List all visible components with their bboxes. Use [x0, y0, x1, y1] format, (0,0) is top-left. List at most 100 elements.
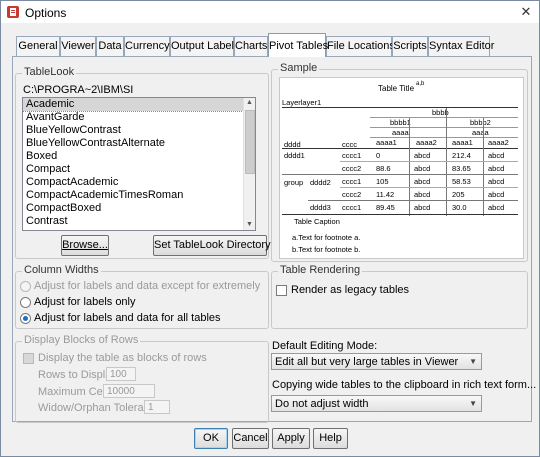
tab-output-labels[interactable]: Output Labels — [170, 36, 240, 56]
rule — [282, 214, 518, 215]
apply-button[interactable]: Apply — [272, 428, 310, 449]
sample-cell: abcd — [488, 203, 505, 212]
sample-bbbb1: bbbb1 — [390, 118, 411, 127]
list-item[interactable]: CompactAcademic — [23, 176, 255, 189]
sample-table-title: Table Title — [378, 84, 415, 93]
sample-dddd3: dddd3 — [310, 203, 331, 212]
ok-button[interactable]: OK — [194, 428, 228, 449]
default-editing-mode-label: Default Editing Mode: — [272, 340, 378, 352]
tab-charts[interactable]: Charts — [234, 36, 268, 56]
tab-pivot-tables[interactable]: Pivot Tables — [268, 33, 328, 57]
editing-mode-value: Edit all but very large tables in Viewer — [275, 356, 459, 368]
editing-mode-select[interactable]: Edit all but very large tables in Viewer… — [271, 353, 482, 370]
sample-cell: abcd — [488, 190, 505, 199]
list-item[interactable]: BlueYellowContrast — [23, 124, 255, 137]
scroll-thumb[interactable] — [245, 110, 255, 174]
sample-cell: 212.4 — [452, 151, 471, 160]
app-icon — [7, 6, 19, 18]
scroll-down-icon[interactable]: ▼ — [245, 220, 254, 230]
sample-aaaa2: aaaa2 — [416, 138, 437, 147]
table-rendering-title: Table Rendering — [278, 264, 363, 276]
list-item[interactable]: CompactAcademicTimesRoman — [23, 189, 255, 202]
list-item[interactable]: Academic — [23, 98, 255, 112]
rows-to-display-input[interactable]: 100 — [106, 367, 136, 381]
sample-cccc2: cccc2 — [342, 164, 362, 173]
copy-wide-tables-select[interactable]: Do not adjust width ▼ — [271, 395, 482, 412]
sample-cell: abcd — [414, 151, 431, 160]
list-item[interactable]: Compact — [23, 163, 255, 176]
sample-cell: 205 — [452, 190, 465, 199]
sample-cell: abcd — [488, 164, 505, 173]
sample-cell: abcd — [488, 151, 505, 160]
tab-file-locations[interactable]: File Locations — [326, 36, 395, 56]
tablelook-list[interactable]: Academic AvantGarde BlueYellowContrast B… — [22, 97, 256, 231]
cancel-button[interactable]: Cancel — [232, 428, 269, 449]
sample-cell: abcd — [414, 190, 431, 199]
display-blocks-checkbox[interactable] — [23, 353, 34, 364]
title-bar: Options ✕ — [1, 1, 539, 23]
sample-cell: 0 — [376, 151, 381, 160]
sample-cell: 88.6 — [376, 164, 391, 173]
sample-footnote-a: a.Text for footnote a. — [292, 233, 361, 242]
sample-layer: Layerlayer1 — [282, 98, 322, 107]
sample-aaaa: aaaa — [472, 128, 489, 137]
rule — [282, 174, 518, 175]
sample-cell: abcd — [414, 164, 431, 173]
sample-aaaa1: aaaa1 — [376, 138, 397, 147]
sample-cell: abcd — [414, 177, 431, 186]
sample-dddd2: dddd2 — [310, 178, 331, 187]
display-blocks-title: Display Blocks of Rows — [22, 334, 141, 346]
radio-adjust-except-large[interactable] — [20, 281, 31, 292]
list-item[interactable]: Contrast — [23, 215, 255, 228]
list-item[interactable]: Boxed — [23, 150, 255, 163]
browse-button-label: Browse... — [62, 239, 108, 251]
widow-orphan-input[interactable]: 1 — [144, 400, 170, 414]
sample-dddd1: dddd1 — [284, 151, 305, 160]
sample-footnote-b: b.Text for footnote b. — [292, 245, 361, 254]
rule — [340, 161, 518, 162]
list-item[interactable]: CompactBoxed — [23, 202, 255, 215]
sample-aaaa2: aaaa2 — [488, 138, 509, 147]
radio-adjust-all-tables[interactable] — [20, 313, 31, 324]
copy-wide-tables-value: Do not adjust width — [275, 398, 369, 410]
sample-cell: 11.42 — [376, 190, 395, 199]
sample-cell: 105 — [376, 177, 389, 186]
list-item[interactable]: BlueYellowContrastAlternate — [23, 137, 255, 150]
maximum-cells-input[interactable]: 10000 — [103, 384, 155, 398]
sample-cell: 30.0 — [452, 203, 467, 212]
legacy-tables-checkbox[interactable] — [276, 285, 287, 296]
sample-cccc1: cccc1 — [342, 203, 362, 212]
sample-cccc1: cccc1 — [342, 151, 362, 160]
rule — [308, 200, 518, 201]
rule — [282, 107, 518, 108]
tab-viewer[interactable]: Viewer — [60, 36, 96, 56]
sample-group-label: group — [284, 178, 304, 187]
tab-data[interactable]: Data — [96, 36, 124, 56]
sample-cell: abcd — [488, 177, 505, 186]
browse-button[interactable]: Browse... — [61, 235, 109, 256]
table-rendering-group: Table Rendering — [271, 264, 528, 329]
sample-preview: Table Title a,b Layerlayer1 bbbb bbbb1 b… — [279, 77, 524, 259]
radio-adjust-labels-only[interactable] — [20, 297, 31, 308]
list-scrollbar[interactable]: ▲ ▼ — [243, 98, 255, 230]
close-icon[interactable]: ✕ — [517, 4, 535, 20]
sample-aaaa1: aaaa1 — [452, 138, 473, 147]
tab-syntax-editor[interactable]: Syntax Editor — [428, 36, 494, 56]
radio-adjust-labels-only-label: Adjust for labels only — [34, 296, 136, 308]
radio-adjust-all-tables-label: Adjust for labels and data for all table… — [34, 312, 221, 324]
tab-general[interactable]: General — [16, 36, 60, 56]
window-title: Options — [25, 6, 67, 20]
scroll-up-icon[interactable]: ▲ — [245, 98, 254, 108]
tab-scripts[interactable]: Scripts — [392, 36, 428, 56]
tab-currency[interactable]: Currency — [124, 36, 170, 56]
chevron-down-icon: ▼ — [469, 357, 477, 366]
sample-bbbb2: bbbb2 — [470, 118, 491, 127]
sample-cell: abcd — [414, 203, 431, 212]
help-button[interactable]: Help — [313, 428, 348, 449]
sample-cell: 58.53 — [452, 177, 471, 186]
tablelook-title: TableLook — [22, 66, 77, 78]
set-tablelook-directory-button[interactable]: Set TableLook Directory — [153, 235, 271, 256]
rule — [409, 118, 410, 216]
list-item[interactable]: AvantGarde — [23, 111, 255, 124]
rule — [483, 118, 484, 216]
